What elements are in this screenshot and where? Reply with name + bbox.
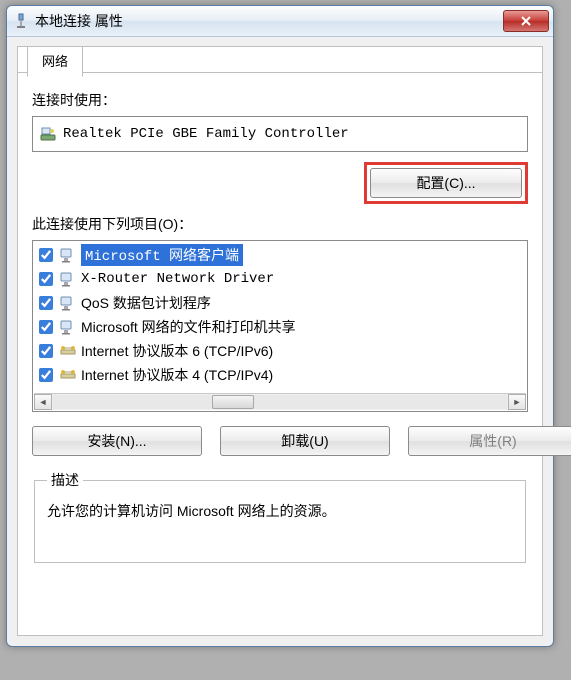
- service-icon: [59, 294, 77, 312]
- item-checkbox[interactable]: [39, 296, 53, 310]
- item-checkbox[interactable]: [39, 320, 53, 334]
- scroll-track[interactable]: [53, 395, 507, 409]
- list-item[interactable]: Microsoft 网络客户端: [35, 243, 525, 267]
- adapter-label: 连接时使用：: [32, 90, 528, 110]
- tab-page: 网络 连接时使用： Realtek PCIe GBE Family Contro…: [17, 46, 543, 636]
- scroll-right-button[interactable]: ►: [508, 394, 526, 410]
- properties-dialog: 本地连接 属性 网络 连接时使用： Realtek PCIe GBE Famil…: [6, 5, 554, 647]
- item-label: X-Router Network Driver: [81, 271, 274, 287]
- protocol-icon: [59, 366, 77, 384]
- service-icon: [59, 318, 77, 336]
- button-row: 安装(N)... 卸载(U) 属性(R): [32, 426, 528, 456]
- horizontal-scrollbar[interactable]: ◄ ►: [34, 393, 526, 410]
- tab-body: 连接时使用： Realtek PCIe GBE Family Controlle…: [18, 74, 542, 635]
- description-legend: 描述: [47, 470, 83, 490]
- list-item[interactable]: X-Router Network Driver: [35, 267, 525, 291]
- scroll-thumb[interactable]: [212, 395, 254, 409]
- adapter-name: Realtek PCIe GBE Family Controller: [63, 126, 349, 142]
- list-item[interactable]: QoS 数据包计划程序: [35, 291, 525, 315]
- uninstall-button[interactable]: 卸载(U): [220, 426, 390, 456]
- configure-highlight: 配置(C)...: [364, 162, 528, 204]
- install-button[interactable]: 安装(N)...: [32, 426, 202, 456]
- item-checkbox[interactable]: [39, 248, 53, 262]
- client-icon: [59, 246, 77, 264]
- description-group: 描述 允许您的计算机访问 Microsoft 网络上的资源。: [34, 470, 526, 563]
- item-label: Microsoft 网络的文件和打印机共享: [81, 317, 296, 337]
- adapter-box: Realtek PCIe GBE Family Controller: [32, 116, 528, 152]
- item-label: Microsoft 网络客户端: [81, 244, 243, 266]
- item-label: Internet 协议版本 6 (TCP/IPv6): [81, 341, 273, 361]
- adapter-icon: [39, 125, 57, 143]
- close-button[interactable]: [503, 10, 549, 32]
- items-label: 此连接使用下列项目(O)：: [32, 214, 528, 234]
- list-item[interactable]: Internet 协议版本 4 (TCP/IPv4): [35, 363, 525, 387]
- titlebar[interactable]: 本地连接 属性: [7, 6, 553, 37]
- item-label: Internet 协议版本 4 (TCP/IPv4): [81, 365, 273, 385]
- client-icon: [59, 270, 77, 288]
- description-text: 允许您的计算机访问 Microsoft 网络上的资源。: [47, 500, 513, 522]
- network-adapter-icon: [13, 13, 29, 29]
- item-checkbox[interactable]: [39, 368, 53, 382]
- protocol-icon: [59, 342, 77, 360]
- list-item[interactable]: Microsoft 网络的文件和打印机共享: [35, 315, 525, 339]
- items-listbox[interactable]: Microsoft 网络客户端 X-Router Network Driver Qo…: [32, 240, 528, 412]
- window-title: 本地连接 属性: [35, 11, 503, 31]
- configure-button[interactable]: 配置(C)...: [370, 168, 522, 198]
- item-checkbox[interactable]: [39, 272, 53, 286]
- tab-strip: 网络: [17, 46, 543, 76]
- list-item[interactable]: Internet 协议版本 6 (TCP/IPv6): [35, 339, 525, 363]
- item-checkbox[interactable]: [39, 344, 53, 358]
- scroll-left-button[interactable]: ◄: [34, 394, 52, 410]
- tab-network[interactable]: 网络: [27, 46, 83, 77]
- item-label: QoS 数据包计划程序: [81, 293, 211, 313]
- properties-button: 属性(R): [408, 426, 571, 456]
